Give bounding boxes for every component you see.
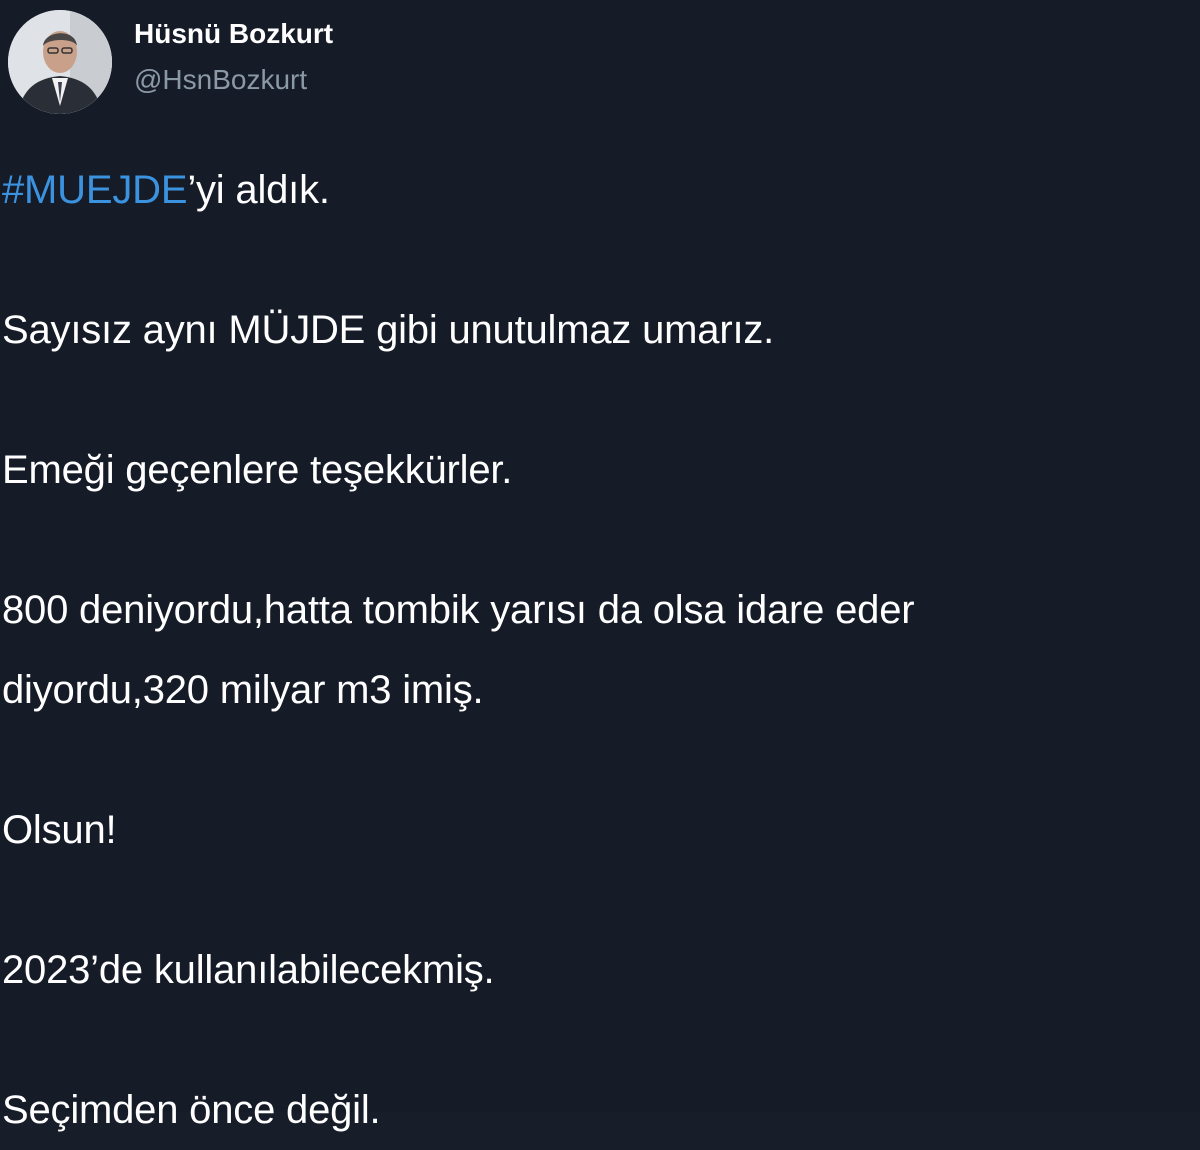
tweet-line-3: Emeği geçenlere teşekkürler. — [2, 448, 513, 492]
tweet-line-7: 2023’de kullanılabilecekmiş. — [2, 948, 495, 992]
tweet-line-4: 800 deniyordu,hatta tombik yarısı da ols… — [2, 588, 915, 632]
tweet-header: Hüsnü Bozkurt @HsnBozkurt — [8, 10, 333, 120]
tweet-line-8: Seçimden önce değil. — [2, 1088, 381, 1132]
profile-photo-icon — [8, 10, 112, 114]
tweet-line-6: Olsun! — [2, 808, 117, 852]
avatar[interactable] — [8, 10, 112, 114]
tweet-line-5: diyordu,320 milyar m3 imiş. — [2, 668, 484, 712]
tweet-text: #MUEJDE’yi aldık. Sayısız aynı MÜJDE gib… — [2, 150, 1198, 1150]
display-name[interactable]: Hüsnü Bozkurt — [134, 16, 333, 52]
user-handle[interactable]: @HsnBozkurt — [134, 62, 333, 98]
tweet-line-1: #MUEJDE’yi aldık. — [2, 150, 1198, 230]
hashtag-link[interactable]: #MUEJDE — [2, 168, 188, 212]
user-names: Hüsnü Bozkurt @HsnBozkurt — [134, 16, 333, 98]
tweet-line-1-rest: ’yi aldık. — [187, 168, 330, 212]
tweet-card: Hüsnü Bozkurt @HsnBozkurt #MUEJDE’yi ald… — [0, 0, 1200, 1132]
tweet-line-2: Sayısız aynı MÜJDE gibi unutulmaz umarız… — [2, 308, 775, 352]
